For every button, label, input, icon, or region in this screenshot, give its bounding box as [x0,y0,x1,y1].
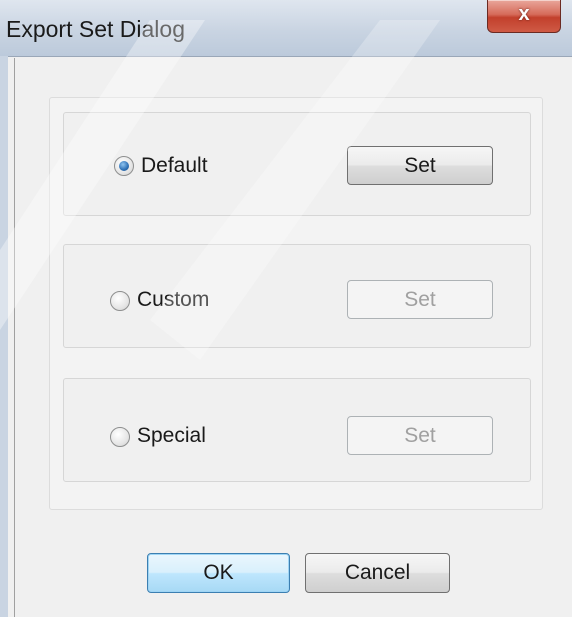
window-title: Export Set Dialog [6,16,185,42]
window-frame [0,56,8,617]
radio-custom[interactable] [110,291,130,311]
set-button-default[interactable]: Set [347,146,493,185]
title-bar[interactable]: Export Set Dialog x [0,0,572,57]
radio-selected-dot-icon [119,161,129,171]
ok-button[interactable]: OK [147,553,290,593]
radio-label-custom[interactable]: Custom [137,288,209,312]
export-set-dialog: Export Set Dialog x Default Set Custom S… [0,0,572,617]
close-button[interactable]: x [487,0,561,33]
radio-label-special[interactable]: Special [137,424,206,448]
set-button-custom: Set [347,280,493,319]
radio-label-default[interactable]: Default [141,154,208,178]
set-button-special: Set [347,416,493,455]
cancel-button[interactable]: Cancel [305,553,450,593]
close-icon: x [518,3,530,25]
radio-special[interactable] [110,427,130,447]
radio-default[interactable] [114,156,134,176]
